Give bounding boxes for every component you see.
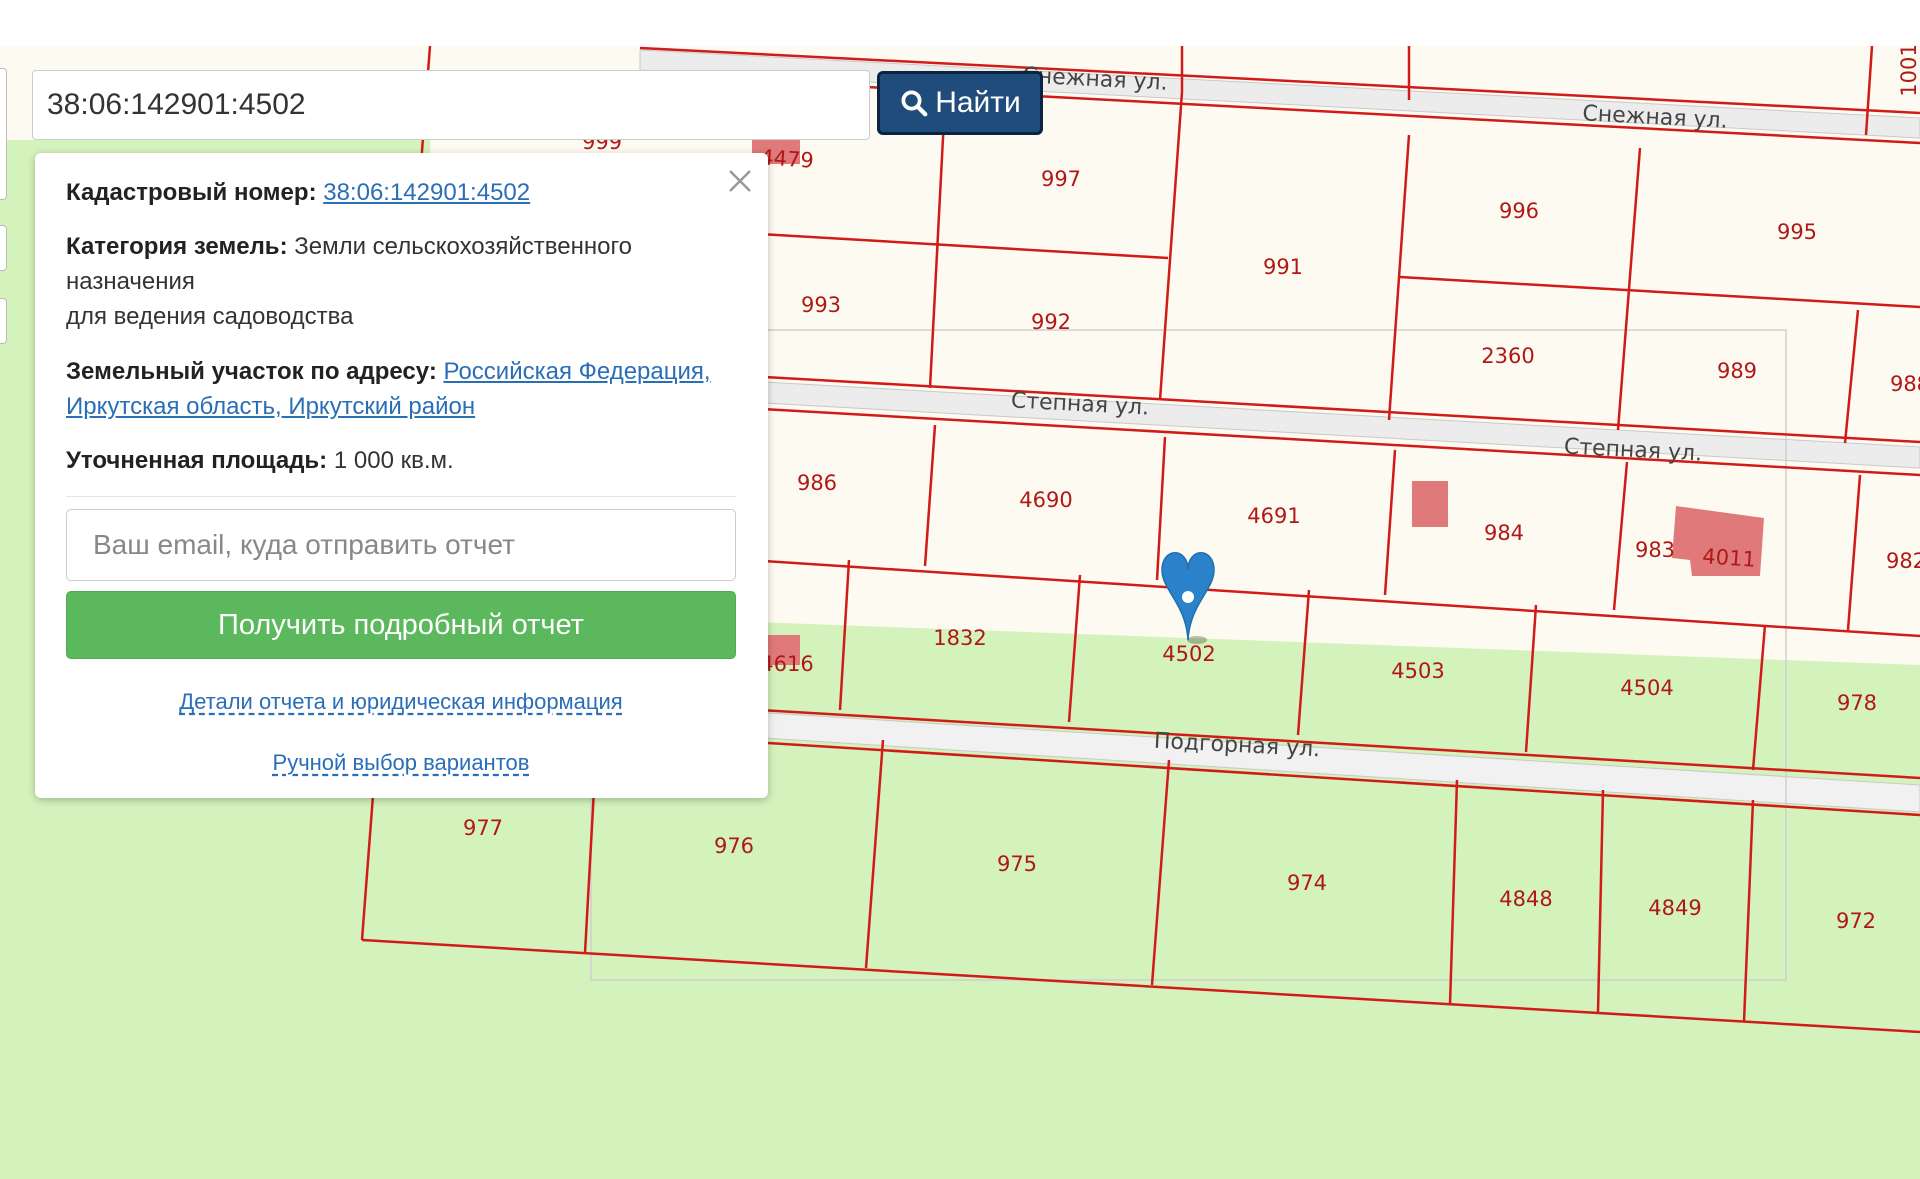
lot-label: 4502 [1162,642,1215,666]
cadastral-number-link[interactable]: 38:06:142901:4502 [323,179,530,206]
lot-label: 1001 [1897,46,1920,97]
lot-label: 993 [801,293,841,317]
search-button-label: Найти [935,86,1021,119]
lot-label: 4848 [1499,887,1552,911]
land-use-value: для ведения садоводства [66,303,354,330]
address-label: Земельный участок по адресу: [66,358,437,385]
search-input[interactable] [32,70,870,140]
report-details-link[interactable]: Детали отчета и юридическая информация [66,689,736,715]
lot-label: 975 [997,852,1037,876]
address-row: Земельный участок по адресу: Российская … [66,354,736,424]
lot-label: 997 [1041,167,1081,191]
lot-label: 4616 [760,652,813,676]
lot-label: 974 [1287,871,1327,895]
lot-label: 995 [1777,220,1817,244]
land-category-row: Категория земель: Земли сельскохозяйстве… [66,229,736,334]
search-button[interactable]: Найти [877,71,1043,135]
area-value: 1 000 кв.м. [333,447,454,474]
lot-label: 4690 [1019,488,1072,512]
manual-selection-link[interactable]: Ручной выбор вариантов [66,750,736,776]
cadastral-number-row: Кадастровый номер: 38:06:142901:4502 [66,175,736,210]
lot-label: 972 [1836,909,1876,933]
lot-label: 988 [1890,372,1920,396]
manual-selection-link-text[interactable]: Ручной выбор вариантов [273,750,530,775]
lot-label: 4504 [1620,676,1673,700]
building [1412,481,1448,527]
lot-label: 991 [1263,255,1303,279]
get-report-button[interactable]: Получить подробный отчет [66,591,736,659]
divider [66,496,736,497]
lot-label: 1832 [933,626,986,650]
lot-label: 983 [1635,538,1675,562]
lot-label: 977 [463,816,503,840]
lot-label: 4011 [1702,544,1757,572]
lot-label: 976 [714,834,754,858]
email-field[interactable] [66,509,736,581]
lot-label: 4849 [1648,896,1701,920]
lot-label: 2360 [1481,344,1534,368]
parcel-info-popup: Кадастровый номер: 38:06:142901:4502 Кат… [35,153,768,798]
lot-label: 978 [1837,691,1877,715]
lot-label: 996 [1499,199,1539,223]
map-control[interactable] [0,298,7,344]
land-category-label: Категория земель: [66,233,288,260]
lot-label: 986 [797,471,837,495]
lot-label: 984 [1484,521,1524,545]
lot-label: 992 [1031,310,1071,334]
zoom-control[interactable] [0,68,7,200]
search-icon [901,90,928,117]
lot-label: 989 [1717,359,1757,383]
area-row: Уточненная площадь: 1 000 кв.м. [66,443,736,478]
report-details-link-text[interactable]: Детали отчета и юридическая информация [179,689,622,714]
area-label: Уточненная площадь: [66,447,328,474]
map-control[interactable] [0,225,7,271]
lot-label: 982 [1886,549,1920,573]
lot-label: 4691 [1247,504,1300,528]
cadastral-number-label: Кадастровый номер: [66,179,317,206]
lot-label: 4503 [1391,659,1444,683]
